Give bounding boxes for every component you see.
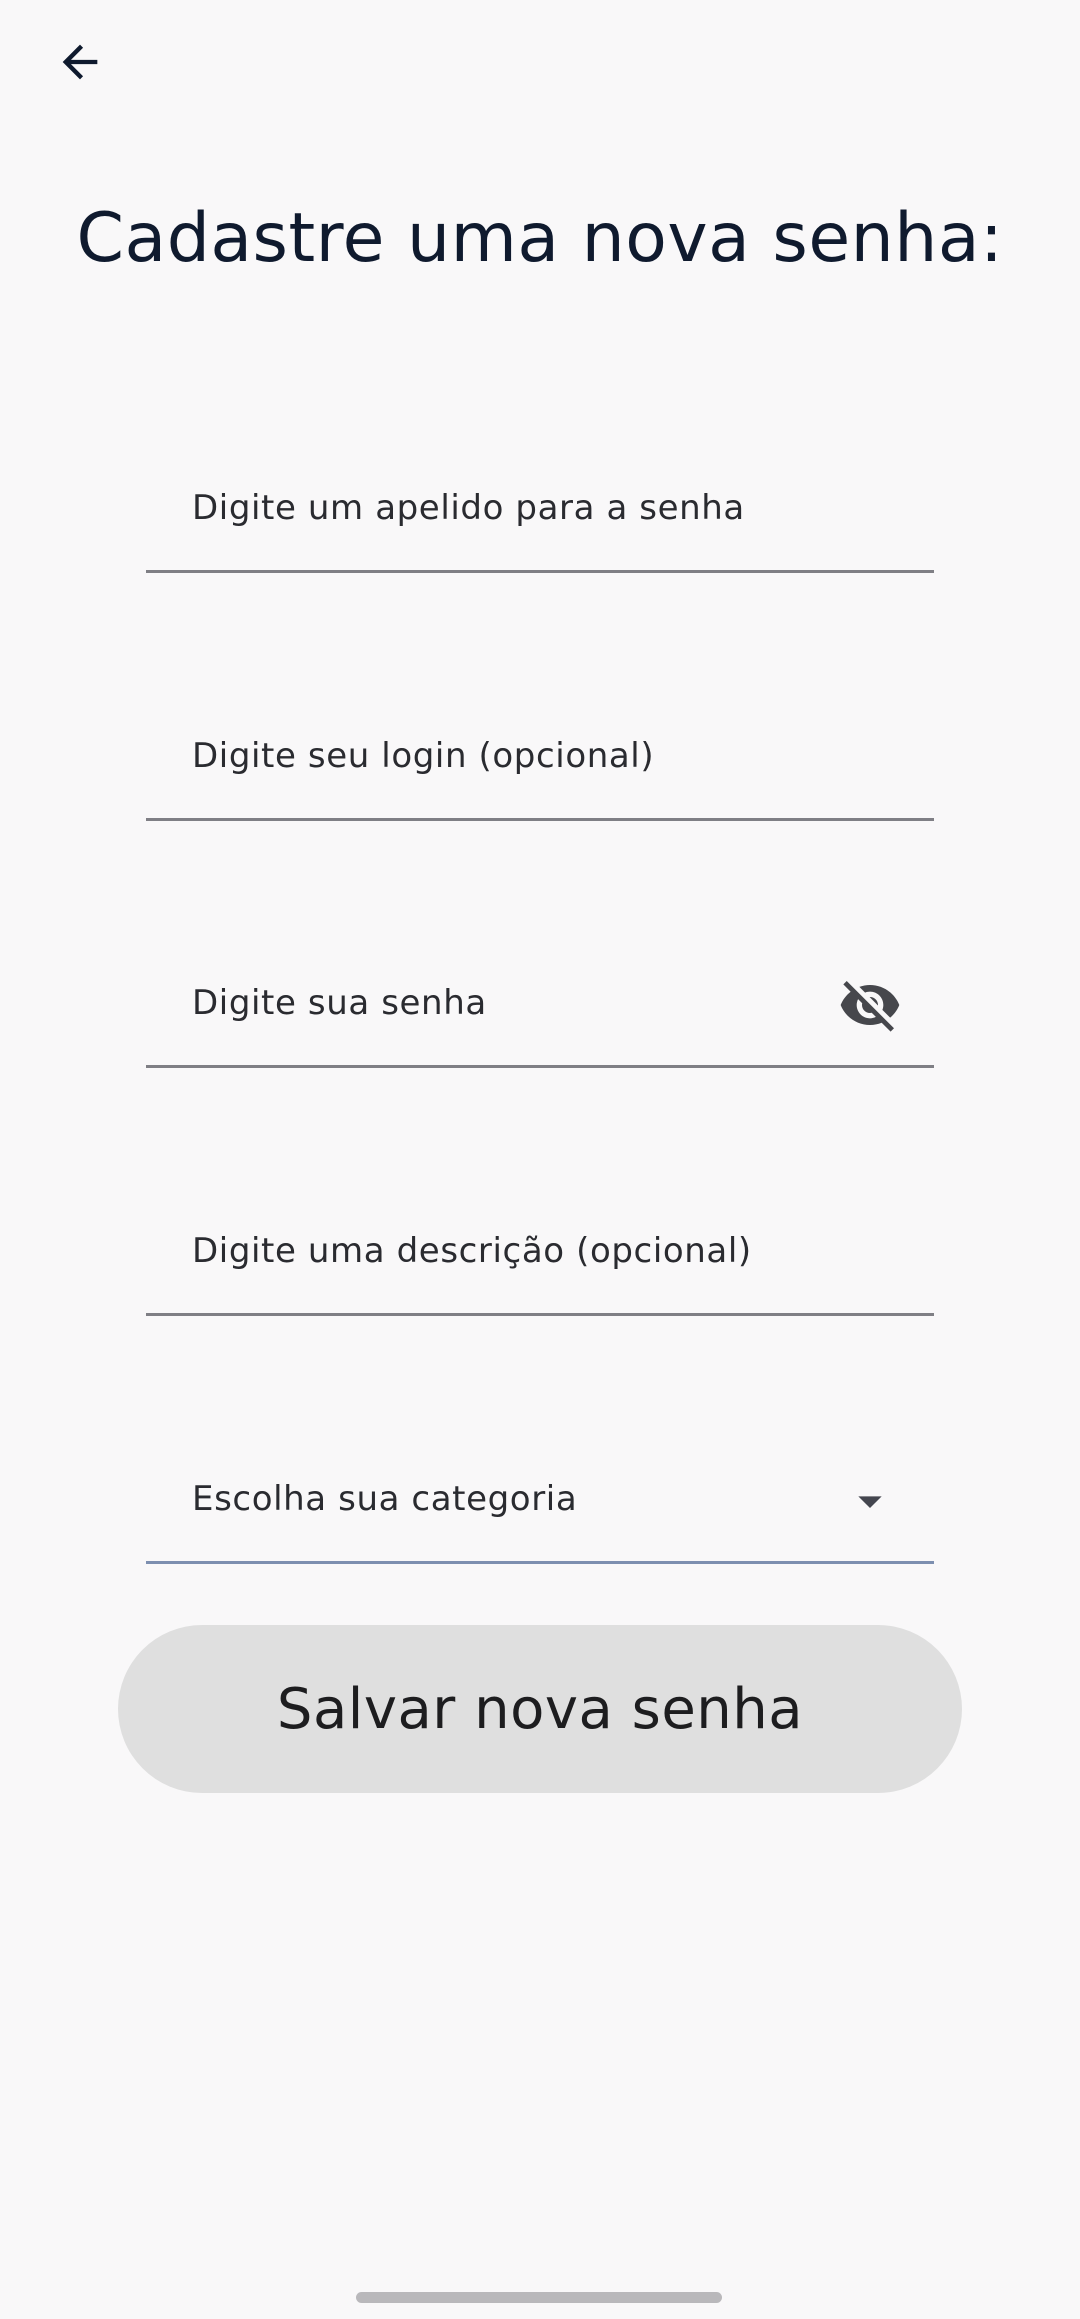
nickname-field[interactable]: Digite um apelido para a senha (146, 446, 934, 573)
login-placeholder: Digite seu login (opcional) (192, 736, 655, 776)
description-placeholder: Digite uma descrição (opcional) (192, 1231, 752, 1271)
password-placeholder: Digite sua senha (192, 983, 487, 1023)
password-field[interactable]: Digite sua senha (146, 941, 934, 1068)
login-field[interactable]: Digite seu login (opcional) (146, 694, 934, 821)
description-field[interactable]: Digite uma descrição (opcional) (146, 1189, 934, 1316)
page-title: Cadastre uma nova senha: (76, 199, 1004, 278)
back-button[interactable] (40, 22, 120, 102)
caret-down-icon (858, 1496, 882, 1508)
save-password-button[interactable]: Salvar nova senha (118, 1625, 962, 1793)
category-dropdown-button[interactable] (836, 1467, 904, 1535)
category-select[interactable]: Escolha sua categoria (146, 1437, 934, 1564)
category-placeholder: Escolha sua categoria (192, 1479, 578, 1519)
home-indicator[interactable] (356, 2292, 722, 2303)
arrow-left-icon (62, 44, 98, 80)
eye-off-icon (840, 981, 900, 1032)
password-visibility-toggle[interactable] (836, 971, 904, 1039)
nickname-placeholder: Digite um apelido para a senha (192, 488, 745, 528)
